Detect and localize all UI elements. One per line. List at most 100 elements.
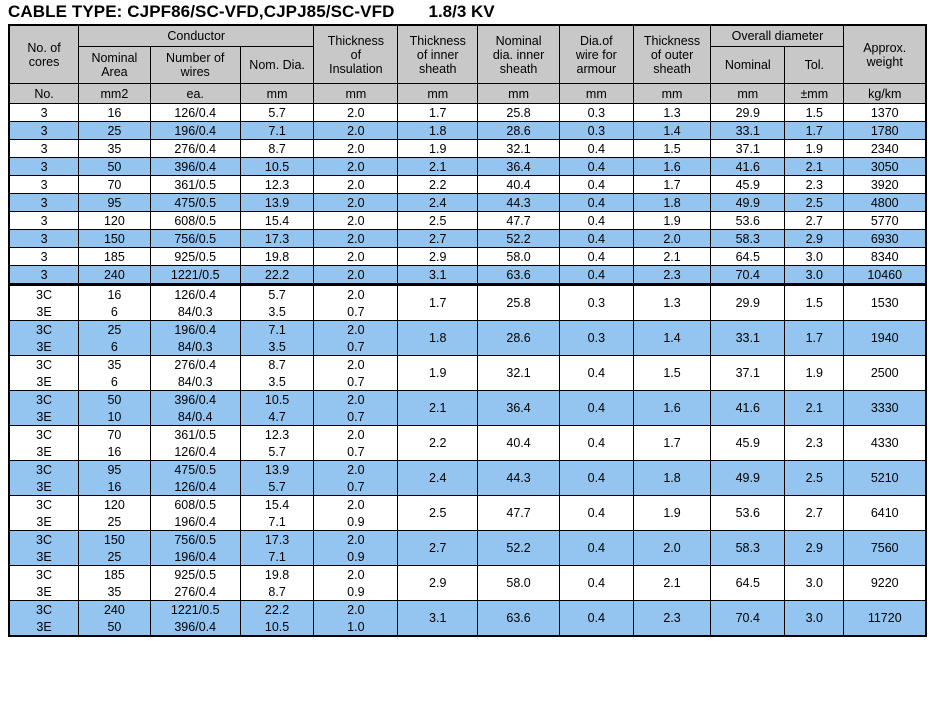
cell-nom-dia-core: 10.5 xyxy=(239,390,315,408)
cell-nom-dia: 5.7 xyxy=(239,103,315,122)
cell-nominal-area-earth: 6 xyxy=(78,338,151,356)
cell-nominal-dia-inner-sheath: 36.4 xyxy=(477,157,560,176)
cell-cores-core: 3C xyxy=(8,600,80,618)
cell-cores: 3 xyxy=(8,121,80,140)
cell-cores: 3 xyxy=(8,157,80,176)
cell-thickness-inner-sheath: 2.2 xyxy=(397,425,479,461)
cell-nominal-area: 35 xyxy=(78,139,151,158)
cell-thickness-inner-sheath: 1.7 xyxy=(397,283,479,321)
cell-overall-tol: 2.9 xyxy=(784,530,845,566)
cell-thickness-insulation-core: 2.0 xyxy=(313,283,399,303)
cell-number-of-wires-earth: 84/0.3 xyxy=(149,338,241,356)
cell-thickness-insulation: 2.0 xyxy=(313,157,399,176)
cell-nom-dia: 15.4 xyxy=(239,211,315,230)
cell-thickness-outer-sheath: 2.0 xyxy=(632,229,712,248)
header-thickness-of-inner-sheath: Thickness of inner sheath xyxy=(397,24,479,84)
cell-thickness-insulation-earth: 0.9 xyxy=(313,548,399,566)
cell-nominal-area-core: 25 xyxy=(78,320,151,338)
cell-nominal-dia-inner-sheath: 40.4 xyxy=(477,175,560,194)
cell-cores-core: 3C xyxy=(8,283,80,303)
cell-number-of-wires-core: 925/0.5 xyxy=(149,565,241,583)
cell-cores-earth: 3E xyxy=(8,303,80,321)
header-thickness-of-insulation: Thickness of Insulation xyxy=(313,24,399,84)
cell-dia-wire-armour: 0.4 xyxy=(559,193,634,212)
cell-thickness-inner-sheath: 2.1 xyxy=(397,157,479,176)
cell-nominal-area: 120 xyxy=(78,211,151,230)
cell-approx-weight: 2500 xyxy=(843,355,927,391)
page-title-bar: CABLE TYPE: CJPF86/SC-VFD,CJPJ85/SC-VFD … xyxy=(0,0,935,24)
cell-approx-weight: 2340 xyxy=(843,139,927,158)
cell-approx-weight: 5770 xyxy=(843,211,927,230)
cell-thickness-insulation-core: 2.0 xyxy=(313,460,399,478)
cell-number-of-wires-core: 608/0.5 xyxy=(149,495,241,513)
cell-thickness-inner-sheath: 1.8 xyxy=(397,121,479,140)
cell-number-of-wires-core: 1221/0.5 xyxy=(149,600,241,618)
unit-thickness-outer-sheath: mm xyxy=(632,83,712,104)
cell-thickness-insulation-core: 2.0 xyxy=(313,495,399,513)
cell-thickness-inner-sheath: 2.2 xyxy=(397,175,479,194)
table-row: 3 25 196/0.4 7.1 2.0 1.8 28.6 0.3 1.4 33.1 1.7 1780 xyxy=(8,121,927,140)
header-row-units: No. mm2 ea. mm mm mm mm mm mm mm ±mm kg/… xyxy=(8,83,927,104)
cell-thickness-outer-sheath: 1.5 xyxy=(632,139,712,158)
cell-thickness-inner-sheath: 3.1 xyxy=(397,265,479,285)
cell-number-of-wires: 126/0.4 xyxy=(149,103,241,122)
cell-thickness-outer-sheath: 1.6 xyxy=(632,157,712,176)
cell-thickness-insulation-core: 2.0 xyxy=(313,530,399,548)
cell-overall-nominal: 49.9 xyxy=(710,460,786,496)
cell-dia-wire-armour: 0.4 xyxy=(559,229,634,248)
cell-overall-nominal: 33.1 xyxy=(710,320,786,356)
unit-nom-dia: mm xyxy=(239,83,315,104)
cell-nominal-area-earth: 10 xyxy=(78,408,151,426)
cell-overall-nominal: 70.4 xyxy=(710,600,786,637)
cell-thickness-insulation-core: 2.0 xyxy=(313,600,399,618)
cell-overall-nominal: 37.1 xyxy=(710,355,786,391)
cell-nominal-dia-inner-sheath: 32.1 xyxy=(477,139,560,158)
cell-thickness-outer-sheath: 1.7 xyxy=(632,425,712,461)
cell-overall-nominal: 33.1 xyxy=(710,121,786,140)
cell-number-of-wires-earth: 126/0.4 xyxy=(149,478,241,496)
cell-nom-dia-core: 8.7 xyxy=(239,355,315,373)
cell-nom-dia-core: 5.7 xyxy=(239,283,315,303)
header-no-of-cores: No. of cores xyxy=(8,24,80,84)
cell-nom-dia: 22.2 xyxy=(239,265,315,285)
cell-nominal-area: 16 xyxy=(78,103,151,122)
cell-overall-tol: 1.9 xyxy=(784,139,845,158)
cell-dia-wire-armour: 0.4 xyxy=(559,355,634,391)
cell-nom-dia: 10.5 xyxy=(239,157,315,176)
cell-nominal-area-core: 35 xyxy=(78,355,151,373)
cell-nominal-area: 150 xyxy=(78,229,151,248)
table-row: 3C 50 396/0.4 10.5 2.0 2.1 36.4 0.4 1.6 41.6 2.1 33… xyxy=(8,390,927,426)
cell-number-of-wires-earth: 84/0.3 xyxy=(149,303,241,321)
table-row: 3 16 126/0.4 5.7 2.0 1.7 25.8 0.3 1.3 29.9 1.5 1370 xyxy=(8,103,927,122)
cell-number-of-wires: 475/0.5 xyxy=(149,193,241,212)
cell-overall-tol: 2.5 xyxy=(784,460,845,496)
cell-thickness-insulation: 2.0 xyxy=(313,265,399,285)
cell-cores-core: 3C xyxy=(8,425,80,443)
cell-overall-nominal: 64.5 xyxy=(710,247,786,266)
cell-overall-tol: 2.1 xyxy=(784,390,845,426)
cell-thickness-insulation-core: 2.0 xyxy=(313,390,399,408)
cell-nominal-dia-inner-sheath: 52.2 xyxy=(477,229,560,248)
cell-overall-tol: 2.9 xyxy=(784,229,845,248)
cell-nominal-area-core: 150 xyxy=(78,530,151,548)
cell-number-of-wires: 1221/0.5 xyxy=(149,265,241,285)
cell-number-of-wires-core: 196/0.4 xyxy=(149,320,241,338)
unit-overall-nominal: mm xyxy=(710,83,786,104)
cell-dia-wire-armour: 0.4 xyxy=(559,495,634,531)
table-row: 3C 70 361/0.5 12.3 2.0 2.2 40.4 0.4 1.7 45.9 2.3 43… xyxy=(8,425,927,461)
cell-approx-weight: 4330 xyxy=(843,425,927,461)
cell-overall-nominal: 58.3 xyxy=(710,229,786,248)
cell-dia-wire-armour: 0.4 xyxy=(559,460,634,496)
cell-thickness-insulation-earth: 1.0 xyxy=(313,618,399,637)
cell-cores: 3 xyxy=(8,193,80,212)
cell-nom-dia-core: 19.8 xyxy=(239,565,315,583)
cell-cores-earth: 3E xyxy=(8,338,80,356)
cell-nom-dia: 19.8 xyxy=(239,247,315,266)
cell-thickness-inner-sheath: 2.5 xyxy=(397,211,479,230)
cell-thickness-insulation: 2.0 xyxy=(313,175,399,194)
cell-cores-core: 3C xyxy=(8,355,80,373)
cell-nom-dia-earth: 3.5 xyxy=(239,373,315,391)
cell-number-of-wires-earth: 196/0.4 xyxy=(149,548,241,566)
cell-thickness-inner-sheath: 2.9 xyxy=(397,247,479,266)
cell-approx-weight: 5210 xyxy=(843,460,927,496)
